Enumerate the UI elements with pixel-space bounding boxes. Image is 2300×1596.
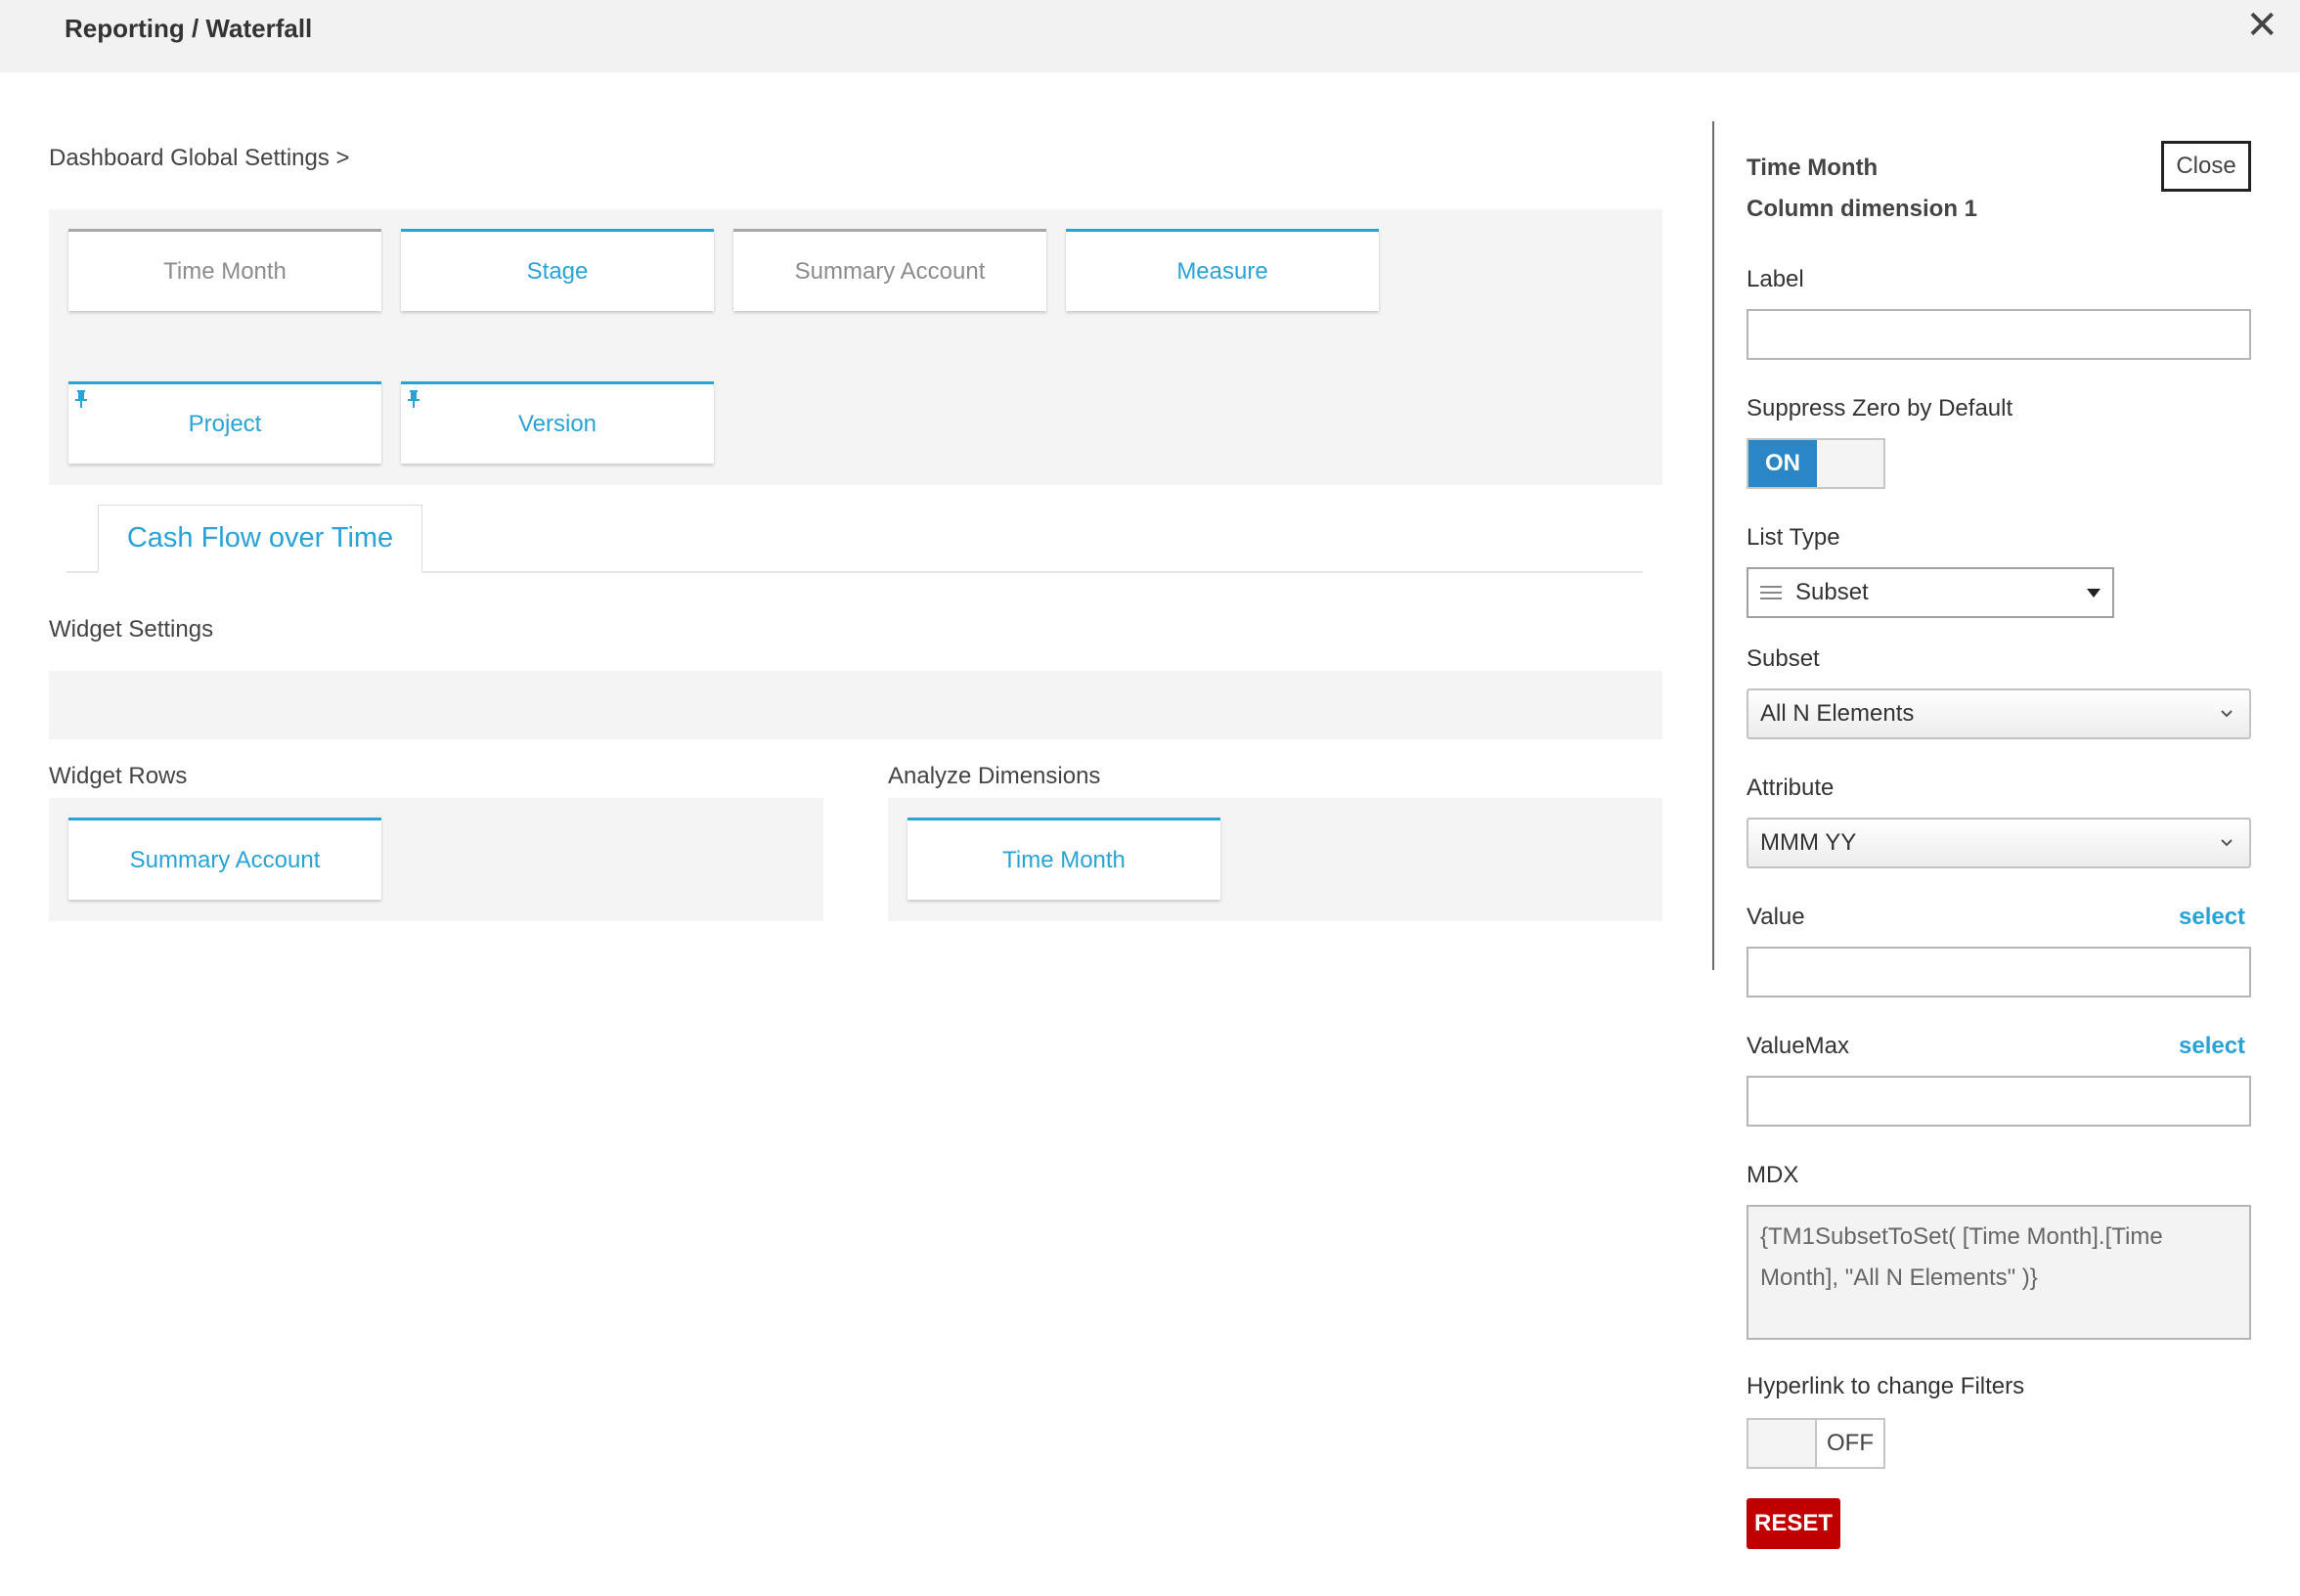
mdx-label: MDX <box>1747 1162 1799 1188</box>
list-icon <box>1760 586 1782 599</box>
reset-button-label: RESET <box>1753 1510 1833 1536</box>
label-field-label: Label <box>1747 266 1804 292</box>
attribute-dropdown[interactable]: MMM YY <box>1747 818 2251 868</box>
value-max-select-link[interactable]: select <box>2179 1033 2245 1060</box>
dimension-card-summary-account[interactable]: Summary Account <box>733 229 1046 311</box>
subset-dropdown[interactable]: All N Elements <box>1747 688 2251 739</box>
dimension-card-label: Time Month <box>163 257 287 285</box>
close-icon[interactable]: ✕ <box>2245 6 2278 45</box>
dimensions-area: Time Month Stage Summary Account Measure… <box>49 209 1662 485</box>
close-button-label: Close <box>2176 153 2236 179</box>
subset-value: All N Elements <box>1760 700 1915 727</box>
toggle-on-label: ON <box>1748 440 1817 487</box>
label-input[interactable] <box>1747 309 2251 360</box>
reset-button[interactable]: RESET <box>1747 1498 1840 1549</box>
breadcrumb[interactable]: Dashboard Global Settings > <box>49 145 350 172</box>
dimension-card-label: Stage <box>526 257 589 285</box>
analyze-dimension-card-time-month[interactable]: Time Month <box>907 818 1220 900</box>
tab-cash-flow-over-time[interactable]: Cash Flow over Time <box>98 505 422 573</box>
dimension-card-label: Measure <box>1176 257 1268 285</box>
dimension-card-project[interactable]: Project <box>68 381 381 464</box>
list-type-label: List Type <box>1747 524 1840 551</box>
panel-subtitle: Column dimension 1 <box>1747 196 1978 222</box>
suppress-zero-toggle[interactable]: ON <box>1747 438 1885 489</box>
tab-label: Cash Flow over Time <box>126 522 394 554</box>
attribute-value: MMM YY <box>1760 829 1857 856</box>
analyze-dimension-card-label: Time Month <box>1002 846 1126 873</box>
widget-rows-area: Summary Account <box>49 798 823 921</box>
attribute-label: Attribute <box>1747 775 1835 801</box>
mdx-textarea[interactable]: {TM1SubsetToSet( [Time Month].[Time Mont… <box>1747 1205 2251 1340</box>
panel-title: Time Month <box>1747 155 1879 181</box>
dimension-card-label: Project <box>188 410 262 437</box>
dimension-card-measure[interactable]: Measure <box>1066 229 1379 311</box>
dimension-card-version[interactable]: Version <box>401 381 714 464</box>
value-select-link[interactable]: select <box>2179 904 2245 931</box>
analyze-dimensions-area: Time Month <box>888 798 1662 921</box>
widget-settings-label: Widget Settings <box>49 616 214 643</box>
value-label: Value <box>1747 904 1805 930</box>
dimension-card-label: Version <box>517 410 597 437</box>
list-type-value: Subset <box>1795 579 1869 605</box>
analyze-dimensions-label: Analyze Dimensions <box>888 763 1101 789</box>
close-button[interactable]: Close <box>2161 141 2251 192</box>
widget-settings-area <box>49 671 1662 739</box>
page-title: Reporting / Waterfall <box>65 14 313 43</box>
dimension-card-stage[interactable]: Stage <box>401 229 714 311</box>
suppress-zero-label: Suppress Zero by Default <box>1747 395 2013 421</box>
dimension-card-label: Summary Account <box>794 257 986 285</box>
widget-rows-label: Widget Rows <box>49 763 188 789</box>
chevron-down-icon <box>2221 839 2233 847</box>
widget-row-card-label: Summary Account <box>129 846 321 873</box>
value-input[interactable] <box>1747 947 2251 998</box>
pin-icon[interactable] <box>74 390 88 408</box>
chevron-down-icon <box>2221 710 2233 718</box>
caret-down-icon <box>2087 589 2101 598</box>
toggle-off-label: OFF <box>1815 1420 1883 1467</box>
panel-divider <box>1712 121 1714 970</box>
widget-row-card-summary-account[interactable]: Summary Account <box>68 818 381 900</box>
hyperlink-label: Hyperlink to change Filters <box>1747 1373 2025 1399</box>
hyperlink-toggle[interactable]: OFF <box>1747 1418 1885 1469</box>
value-max-input[interactable] <box>1747 1076 2251 1127</box>
pin-icon[interactable] <box>407 390 420 408</box>
list-type-select[interactable]: Subset <box>1747 567 2114 618</box>
subset-label: Subset <box>1747 645 1820 672</box>
value-max-label: ValueMax <box>1747 1033 1849 1059</box>
dimension-card-time-month[interactable]: Time Month <box>68 229 381 311</box>
title-bar: Reporting / Waterfall ✕ <box>0 0 2300 72</box>
